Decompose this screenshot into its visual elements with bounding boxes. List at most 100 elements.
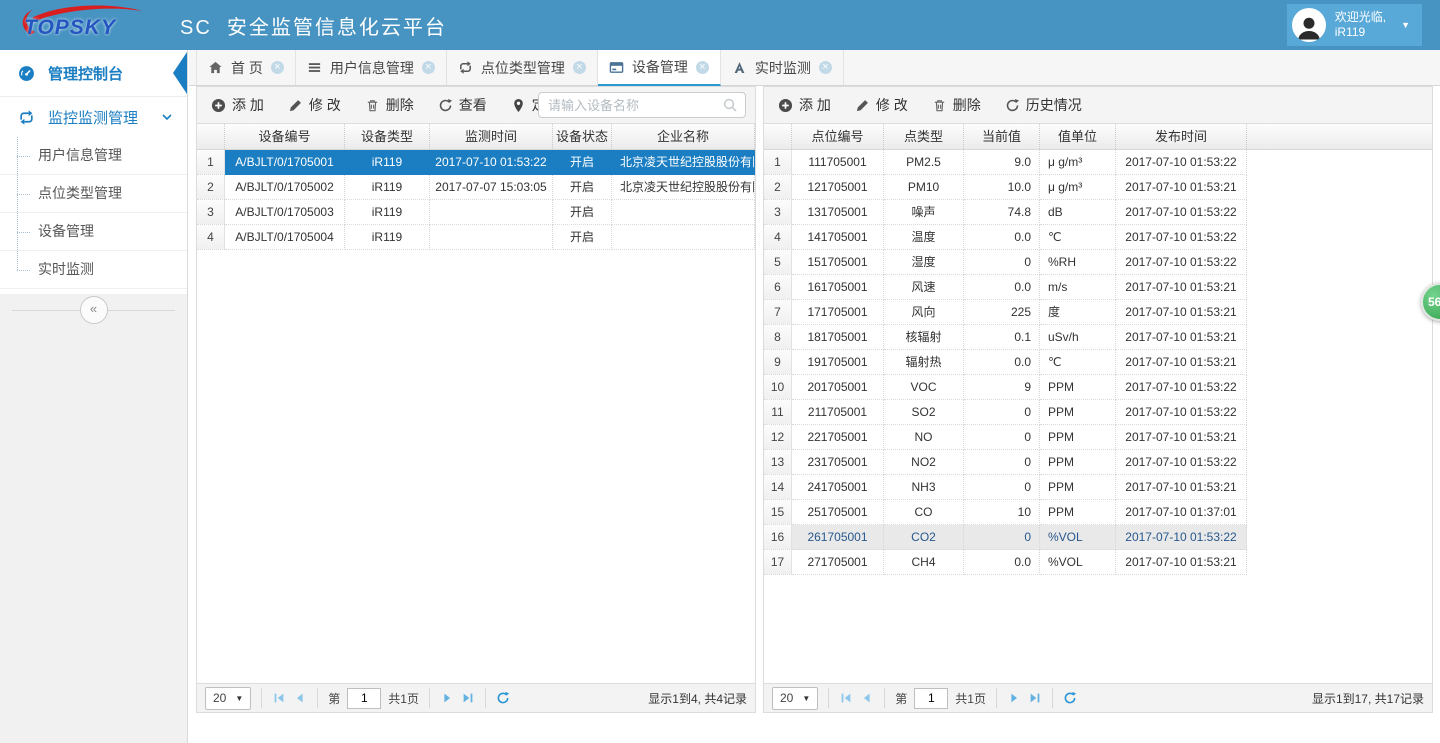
edit-button[interactable]: 修 改 <box>288 95 341 115</box>
table-row[interactable]: 3131705001噪声74.8dB2017-07-10 01:53:22 <box>764 200 1247 225</box>
column-header[interactable]: 点位编号 <box>792 124 884 149</box>
table-row[interactable]: 9191705001辐射热0.0℃2017-07-10 01:53:21 <box>764 350 1247 375</box>
table-cell: 111705001 <box>792 150 884 175</box>
table-cell: A/BJLT/0/1705002 <box>225 175 345 200</box>
table-row[interactable]: 15251705001CO10PPM2017-07-10 01:37:01 <box>764 500 1247 525</box>
sidebar-item-realtime[interactable]: 实时监测 <box>0 251 187 289</box>
page-input[interactable] <box>347 688 381 709</box>
next-page-button[interactable] <box>1007 691 1021 705</box>
tab-point-type[interactable]: 点位类型管理 <box>447 50 598 85</box>
next-page-button[interactable] <box>440 691 454 705</box>
add-button[interactable]: 添 加 <box>211 95 264 115</box>
table-row[interactable]: 10201705001VOC9PPM2017-07-10 01:53:22 <box>764 375 1247 400</box>
point-pager: 20▼ 第 共1页 显示1到17, 共17记录 <box>764 683 1432 712</box>
sidebar-collapse-button[interactable]: « <box>80 296 108 324</box>
table-cell <box>612 225 755 250</box>
column-header[interactable]: 值单位 <box>1040 124 1116 149</box>
table-row[interactable]: 7171705001风向225度2017-07-10 01:53:21 <box>764 300 1247 325</box>
table-row[interactable]: 1111705001PM2.59.0μ g/m³2017-07-10 01:53… <box>764 150 1247 175</box>
column-header[interactable]: 点类型 <box>884 124 964 149</box>
sidebar: 管理控制台 监控监测管理 用户信息管理点位类型管理设备管理实时监测 <box>0 50 188 743</box>
table-row[interactable]: 4A/BJLT/0/1705004iR119开启 <box>197 225 755 250</box>
add-button[interactable]: 添 加 <box>778 95 831 115</box>
refresh-button[interactable] <box>1063 691 1077 705</box>
table-row[interactable]: 5151705001湿度0%RH2017-07-10 01:53:22 <box>764 250 1247 275</box>
page-size-select[interactable]: 20▼ <box>205 687 251 710</box>
page-input[interactable] <box>914 688 948 709</box>
table-cell: 2017-07-10 01:53:21 <box>1116 325 1247 350</box>
table-row[interactable]: 16261705001CO20%VOL2017-07-10 01:53:22 <box>764 525 1247 550</box>
chevron-down-icon: ▼ <box>1401 20 1410 30</box>
sidebar-item-user-info[interactable]: 用户信息管理 <box>0 137 187 175</box>
table-cell: PM2.5 <box>884 150 964 175</box>
table-row[interactable]: 1A/BJLT/0/1705001iR1192017-07-10 01:53:2… <box>197 150 755 175</box>
table-row[interactable]: 2121705001PM1010.0μ g/m³2017-07-10 01:53… <box>764 175 1247 200</box>
tab-device[interactable]: 设备管理 <box>598 50 721 86</box>
close-icon[interactable] <box>573 61 586 74</box>
point-table: 点位编号点类型当前值值单位发布时间1111705001PM2.59.0μ g/m… <box>764 124 1432 575</box>
sidebar-item-point-type[interactable]: 点位类型管理 <box>0 175 187 213</box>
first-page-button[interactable] <box>272 691 286 705</box>
row-number: 1 <box>197 150 225 175</box>
refresh-button[interactable] <box>496 691 510 705</box>
edit-button[interactable]: 修 改 <box>855 95 908 115</box>
sidebar-item-monitor-manage[interactable]: 监控监测管理 <box>0 97 187 137</box>
close-icon[interactable] <box>819 61 832 74</box>
row-number-header <box>764 124 792 149</box>
table-row[interactable]: 14241705001NH30PPM2017-07-10 01:53:21 <box>764 475 1247 500</box>
sidebar-item-console[interactable]: 管理控制台 <box>0 50 187 97</box>
sidebar-item-device[interactable]: 设备管理 <box>0 213 187 251</box>
chevron-down-icon <box>161 111 173 123</box>
table-cell: 2017-07-10 01:53:21 <box>1116 475 1247 500</box>
page-prefix-label: 第 <box>895 690 907 707</box>
close-icon[interactable] <box>271 61 284 74</box>
table-row[interactable]: 6161705001风速0.0m/s2017-07-10 01:53:21 <box>764 275 1247 300</box>
point-panel: 添 加 修 改 删除 历史情况 点位编号点类型当前值值单位发布时间1111705001… <box>763 86 1433 713</box>
table-row[interactable]: 4141705001温度0.0℃2017-07-10 01:53:22 <box>764 225 1247 250</box>
table-row[interactable]: 13231705001NO20PPM2017-07-10 01:53:22 <box>764 450 1247 475</box>
page-size-select[interactable]: 20▼ <box>772 687 818 710</box>
close-icon[interactable] <box>696 61 709 74</box>
row-number: 8 <box>764 325 792 350</box>
table-row[interactable]: 8181705001核辐射0.1uSv/h2017-07-10 01:53:21 <box>764 325 1247 350</box>
table-row[interactable]: 11211705001SO20PPM2017-07-10 01:53:22 <box>764 400 1247 425</box>
close-icon[interactable] <box>422 61 435 74</box>
history-button[interactable]: 历史情况 <box>1005 95 1082 115</box>
welcome-text: 欢迎光临, iR119 <box>1335 10 1386 40</box>
user-menu[interactable]: 欢迎光临, iR119 ▼ <box>1287 4 1422 46</box>
search-icon[interactable] <box>722 97 738 113</box>
view-button[interactable]: 查看 <box>438 95 487 115</box>
last-page-button[interactable] <box>1028 691 1042 705</box>
column-header[interactable]: 发布时间 <box>1116 124 1247 149</box>
column-header[interactable]: 监测时间 <box>430 124 553 149</box>
row-number: 15 <box>764 500 792 525</box>
tab-user-info[interactable]: 用户信息管理 <box>296 50 447 85</box>
table-row[interactable]: 3A/BJLT/0/1705003iR119开启 <box>197 200 755 225</box>
last-page-button[interactable] <box>461 691 475 705</box>
column-header[interactable]: 设备状态 <box>553 124 612 149</box>
tab-label: 点位类型管理 <box>481 58 565 78</box>
tab-home[interactable]: 首 页 <box>196 50 296 85</box>
column-header[interactable]: 设备类型 <box>345 124 430 149</box>
column-header[interactable]: 企业名称 <box>612 124 755 149</box>
table-row[interactable]: 12221705001NO0PPM2017-07-10 01:53:21 <box>764 425 1247 450</box>
row-number: 5 <box>764 250 792 275</box>
row-number: 3 <box>197 200 225 225</box>
table-cell: μ g/m³ <box>1040 175 1116 200</box>
prev-page-button[interactable] <box>860 691 874 705</box>
delete-button[interactable]: 删除 <box>932 95 981 115</box>
prev-page-button[interactable] <box>293 691 307 705</box>
search-input[interactable] <box>546 97 722 114</box>
binoculars-icon <box>732 60 747 75</box>
tab-realtime[interactable]: 实时监测 <box>721 50 844 85</box>
table-row[interactable]: 17271705001CH40.0%VOL2017-07-10 01:53:21 <box>764 550 1247 575</box>
column-header[interactable]: 设备编号 <box>225 124 345 149</box>
button-label: 删除 <box>386 95 414 115</box>
column-header[interactable]: 当前值 <box>964 124 1040 149</box>
delete-button[interactable]: 删除 <box>365 95 414 115</box>
table-cell: 湿度 <box>884 250 964 275</box>
table-row[interactable]: 2A/BJLT/0/1705002iR1192017-07-07 15:03:0… <box>197 175 755 200</box>
avatar <box>1292 8 1326 42</box>
trash-icon <box>365 98 380 113</box>
first-page-button[interactable] <box>839 691 853 705</box>
